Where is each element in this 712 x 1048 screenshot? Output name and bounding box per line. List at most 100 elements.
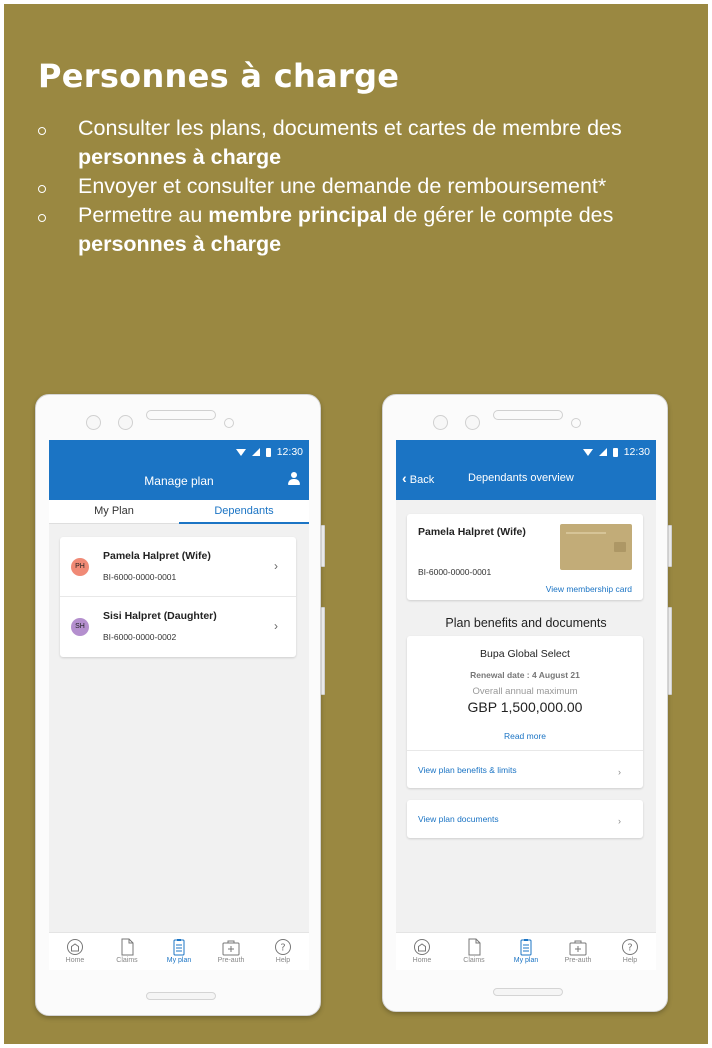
status-bar: 12:30	[582, 446, 650, 458]
plan-documents-row[interactable]: View plan documents ›	[407, 800, 643, 838]
home-icon	[414, 939, 430, 955]
tab-dependants[interactable]: Dependants	[179, 500, 309, 524]
plan-tabs: My Plan Dependants	[49, 500, 309, 524]
nav-label: Help	[275, 957, 291, 964]
document-icon	[121, 938, 134, 956]
battery-icon	[265, 447, 271, 457]
membership-card-image[interactable]	[560, 524, 632, 570]
medical-case-icon	[222, 940, 240, 956]
back-label: Back	[409, 474, 435, 486]
plan-benefits-card: Bupa Global Select Renewal date : 4 Augu…	[407, 636, 643, 788]
speaker-icon	[493, 410, 563, 420]
nav-label: Home	[412, 957, 432, 964]
document-icon	[468, 938, 481, 956]
phone-mockup-left: 12:30 Manage plan My Plan Dependants PH …	[35, 394, 325, 1016]
status-bar: 12:30	[235, 446, 303, 458]
dependant-name: Pamela Halpret (Wife)	[418, 526, 526, 538]
back-button[interactable]: ‹ Back	[402, 470, 434, 486]
nav-help[interactable]: ? Help	[604, 933, 656, 970]
user-profile-icon[interactable]	[287, 472, 301, 486]
nav-claims[interactable]: Claims	[448, 933, 500, 970]
dependant-name: Sisi Halpret (Daughter)	[103, 610, 217, 622]
phone-home-button	[146, 992, 216, 1000]
app-header: 12:30 ‹ Back Dependants overview	[396, 440, 656, 500]
svg-text:?: ?	[280, 943, 285, 954]
feature-bullet: Envoyer et consulter une demande de remb…	[38, 172, 688, 201]
bottom-navigation: Home Claims My plan Pre-auth ? Help	[49, 932, 309, 970]
bullet-marker	[38, 214, 46, 222]
nav-label: My plan	[166, 957, 192, 964]
dependant-id: BI-6000-0000-0001	[103, 572, 177, 582]
nav-label: Home	[65, 957, 85, 964]
app-header: 12:30 Manage plan	[49, 440, 309, 500]
bullet-bold-text: membre principal	[208, 203, 388, 227]
home-icon	[67, 939, 83, 955]
proximity-sensor-icon	[571, 418, 581, 428]
clipboard-icon	[520, 939, 532, 956]
bullet-bold-text: personnes à charge	[78, 145, 282, 169]
help-icon: ?	[622, 939, 638, 955]
section-title: Plan benefits and documents	[445, 616, 607, 630]
dependant-row[interactable]: PH Pamela Halpret (Wife) BI-6000-0000-00…	[60, 537, 296, 597]
wifi-icon	[235, 448, 246, 456]
phone-home-button	[493, 988, 563, 996]
status-time: 12:30	[276, 446, 303, 458]
camera-icon	[433, 415, 448, 430]
nav-claims[interactable]: Claims	[101, 933, 153, 970]
screen-title: Manage plan	[144, 474, 214, 488]
tab-my-plan[interactable]: My Plan	[49, 500, 179, 523]
dependant-id: BI-6000-0000-0002	[103, 632, 177, 642]
nav-my-plan[interactable]: My plan	[153, 933, 205, 970]
avatar: PH	[71, 558, 89, 576]
dependant-row[interactable]: SH Sisi Halpret (Daughter) BI-6000-0000-…	[60, 597, 296, 657]
camera-icon	[86, 415, 101, 430]
view-plan-benefits-link[interactable]: View plan benefits & limits	[418, 765, 517, 775]
phone-side-button	[668, 525, 672, 567]
plan-benefits-row[interactable]: View plan benefits & limits ›	[407, 750, 643, 788]
bullet-text: Permettre au	[78, 203, 209, 227]
feature-bullet: Permettre au membre principal de gérer l…	[38, 201, 688, 259]
avatar: SH	[71, 618, 89, 636]
dependant-id: BI-6000-0000-0001	[418, 567, 492, 577]
speaker-icon	[146, 410, 216, 420]
bottom-navigation: Home Claims My plan Pre-auth ? Help	[396, 932, 656, 970]
battery-icon	[612, 447, 618, 457]
feature-list: Consulter les plans, documents et cartes…	[38, 114, 688, 259]
view-plan-documents-link[interactable]: View plan documents	[418, 814, 499, 824]
nav-label: Help	[622, 957, 638, 964]
annual-maximum-label: Overall annual maximum	[472, 686, 578, 697]
chevron-right-icon: ›	[618, 816, 621, 826]
phone-mockup-right: 12:30 ‹ Back Dependants overview Pamela …	[382, 394, 672, 1012]
phone-side-button	[321, 525, 325, 567]
view-membership-card-link[interactable]: View membership card	[546, 584, 632, 594]
nav-label: My plan	[513, 957, 539, 964]
feature-bullet: Consulter les plans, documents et cartes…	[38, 114, 688, 172]
annual-maximum-value: GBP 1,500,000.00	[467, 699, 583, 715]
wifi-icon	[582, 448, 593, 456]
proximity-sensor-icon	[224, 418, 234, 428]
slide-background: Personnes à charge Consulter les plans, …	[4, 4, 708, 1044]
nav-home[interactable]: Home	[49, 933, 101, 970]
chevron-right-icon: ›	[274, 619, 278, 633]
bullet-marker	[38, 127, 46, 135]
renewal-date: Renewal date : 4 August 21	[470, 670, 580, 680]
dependants-list: PH Pamela Halpret (Wife) BI-6000-0000-00…	[60, 537, 296, 657]
nav-pre-auth[interactable]: Pre-auth	[552, 933, 604, 970]
nav-home[interactable]: Home	[396, 933, 448, 970]
chevron-right-icon: ›	[618, 767, 621, 777]
nav-my-plan[interactable]: My plan	[500, 933, 552, 970]
bullet-text: de gérer le compte des	[387, 203, 614, 227]
plan-name: Bupa Global Select	[480, 648, 570, 660]
nav-label: Claims	[116, 957, 138, 964]
nav-pre-auth[interactable]: Pre-auth	[205, 933, 257, 970]
slide-title: Personnes à charge	[38, 57, 400, 95]
signal-icon	[251, 448, 260, 456]
bullet-bold-text: personnes à charge	[78, 232, 282, 256]
nav-label: Pre-auth	[217, 957, 245, 964]
svg-text:?: ?	[627, 943, 632, 954]
nav-help[interactable]: ? Help	[257, 933, 309, 970]
clipboard-icon	[173, 939, 185, 956]
read-more-link[interactable]: Read more	[407, 731, 643, 741]
bullet-text: Envoyer et consulter une demande de remb…	[78, 174, 607, 198]
nav-label: Claims	[463, 957, 485, 964]
